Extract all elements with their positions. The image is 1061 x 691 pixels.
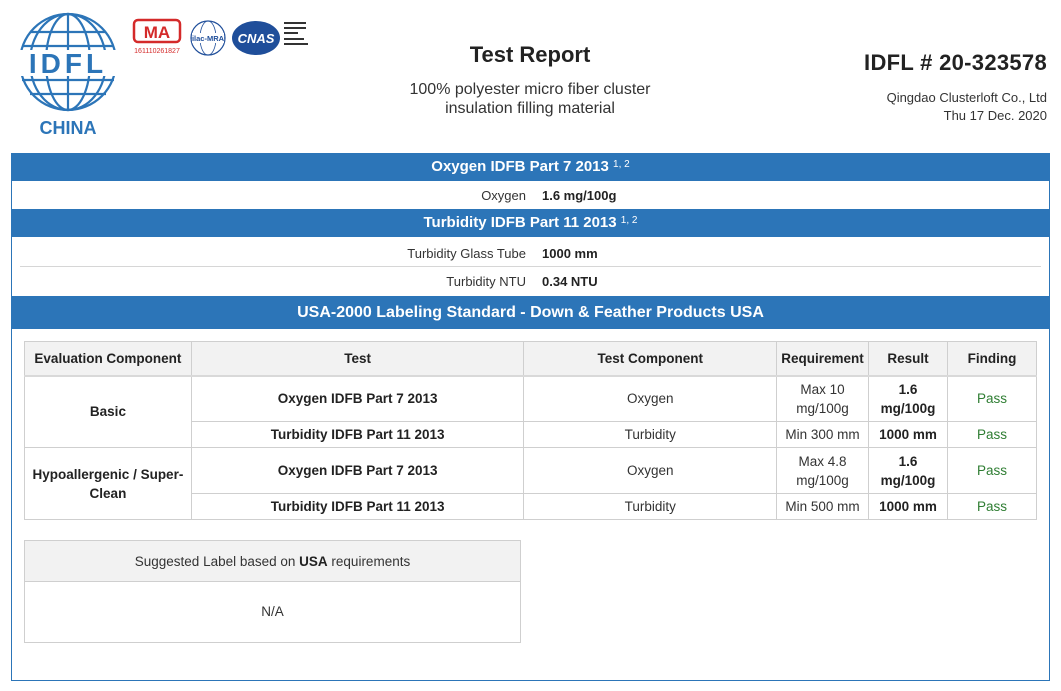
idfl-globe-logo: IDFL CHINA (10, 12, 126, 138)
suggested-label-value: N/A (261, 604, 284, 619)
requirement-cell: Min 500 mm (776, 493, 870, 520)
turbidity-ntu-value: 0.34 NTU (542, 274, 598, 289)
requirement-cell: Max 4.8 mg/100g (776, 447, 870, 494)
table-header-row: Evaluation Component Test Test Component… (24, 341, 1037, 377)
ilac-mra-logo: ilac-MRA (190, 20, 226, 56)
suggested-label-prefix: Suggested Label based on (134, 554, 300, 569)
usa-standard-title: USA-2000 Labeling Standard - Down & Feat… (297, 304, 764, 321)
oxygen-section-title: Oxygen IDFB Part 7 2013 (431, 158, 609, 175)
title-block: Test Report 100% polyester micro fiber c… (330, 42, 730, 118)
col-header-requirement: Requirement (776, 341, 870, 377)
logo-text: IDFL (29, 48, 107, 79)
finding-cell: Pass (947, 421, 1037, 448)
turbidity-section-title: Turbidity IDFB Part 11 2013 (423, 214, 617, 231)
oxygen-footnote: 1, 2 (613, 159, 630, 170)
logo-country: CHINA (40, 118, 97, 138)
test-cell: Oxygen IDFB Part 7 2013 (190, 375, 525, 422)
usa-standard-header: USA-2000 Labeling Standard - Down & Feat… (12, 296, 1049, 329)
turbidity-ntu-label: Turbidity NTU (446, 274, 526, 289)
suggested-label-box: Suggested Label based on USA requirement… (24, 540, 521, 643)
report-date: Thu 17 Dec. 2020 (943, 108, 1047, 123)
subtitle-line-1: 100% polyester micro fiber cluster (409, 81, 651, 98)
certification-logos: MA 161110261827 ilac-MRA CNAS (132, 18, 308, 56)
svg-text:161110261827: 161110261827 (134, 48, 180, 55)
turbidity-glass-row: Turbidity Glass Tube 1000 mm (20, 240, 1041, 267)
finding-cell: Pass (947, 375, 1037, 422)
table-row: Basic Oxygen IDFB Part 7 2013 Oxygen Max… (24, 375, 1037, 448)
finding-cell: Pass (947, 493, 1037, 520)
col-header-result: Result (868, 341, 949, 377)
oxygen-result-row: Oxygen 1.6 mg/100g (12, 182, 1049, 209)
report-header: IDFL CHINA MA 161110261827 ilac-MRA CNAS (0, 0, 1061, 150)
oxygen-section-header: Oxygen IDFB Part 7 2013 1, 2 (12, 153, 1049, 181)
svg-text:MA: MA (144, 23, 170, 42)
test-cell: Turbidity IDFB Part 11 2013 (190, 493, 525, 520)
test-component-cell: Oxygen (523, 375, 778, 422)
turbidity-glass-label: Turbidity Glass Tube (407, 246, 526, 261)
report-subtitle: 100% polyester micro fiber cluster insul… (330, 80, 730, 118)
result-cell: 1.6 mg/100g (868, 375, 949, 422)
report-id-block: IDFL # 20-323578 Qingdao Clusterloft Co.… (727, 50, 1047, 123)
result-cell: 1000 mm (868, 421, 949, 448)
result-cell: 1000 mm (868, 493, 949, 520)
turbidity-ntu-row: Turbidity NTU 0.34 NTU (12, 268, 1049, 295)
evaluation-table: Evaluation Component Test Test Component… (24, 341, 1037, 520)
report-title: Test Report (469, 42, 591, 67)
test-component-cell: Turbidity (523, 421, 778, 448)
company-name: Qingdao Clusterloft Co., Ltd (886, 90, 1047, 105)
suggested-label-country: USA (299, 554, 328, 569)
svg-text:CNAS: CNAS (238, 31, 275, 46)
test-component-cell: Turbidity (523, 493, 778, 520)
turbidity-footnote: 1, 2 (620, 215, 638, 226)
test-cell: Oxygen IDFB Part 7 2013 (190, 447, 525, 494)
suggested-label-suffix: requirements (327, 554, 411, 569)
col-header-test-component: Test Component (523, 341, 778, 377)
evaluation-component-cell: Hypoallergenic / Super-Clean (24, 447, 192, 520)
test-cell: Turbidity IDFB Part 11 2013 (190, 421, 525, 448)
idfl-number: IDFL # 20-323578 (864, 50, 1047, 75)
requirement-cell: Min 300 mm (776, 421, 870, 448)
col-header-finding: Finding (947, 341, 1037, 377)
turbidity-glass-value: 1000 mm (542, 246, 598, 261)
finding-cell: Pass (947, 447, 1037, 494)
col-header-evaluation-component: Evaluation Component (24, 341, 192, 377)
oxygen-label: Oxygen (481, 188, 526, 203)
requirement-cell: Max 10 mg/100g (776, 375, 870, 422)
turbidity-section-header: Turbidity IDFB Part 11 2013 1, 2 (12, 209, 1049, 237)
suggested-label-heading: Suggested Label based on USA requirement… (25, 541, 520, 582)
result-cell: 1.6 mg/100g (868, 447, 949, 494)
svg-text:ilac-MRA: ilac-MRA (192, 34, 225, 43)
test-component-cell: Oxygen (523, 447, 778, 494)
oxygen-value: 1.6 mg/100g (542, 188, 617, 203)
table-row: Hypoallergenic / Super-Clean Oxygen IDFB… (24, 447, 1037, 520)
col-header-test: Test (190, 341, 525, 377)
subtitle-line-2: insulation filling material (445, 100, 615, 117)
cnas-logo: CNAS (232, 21, 308, 55)
evaluation-component-cell: Basic (24, 375, 192, 448)
cma-logo: MA 161110261827 (132, 18, 182, 55)
